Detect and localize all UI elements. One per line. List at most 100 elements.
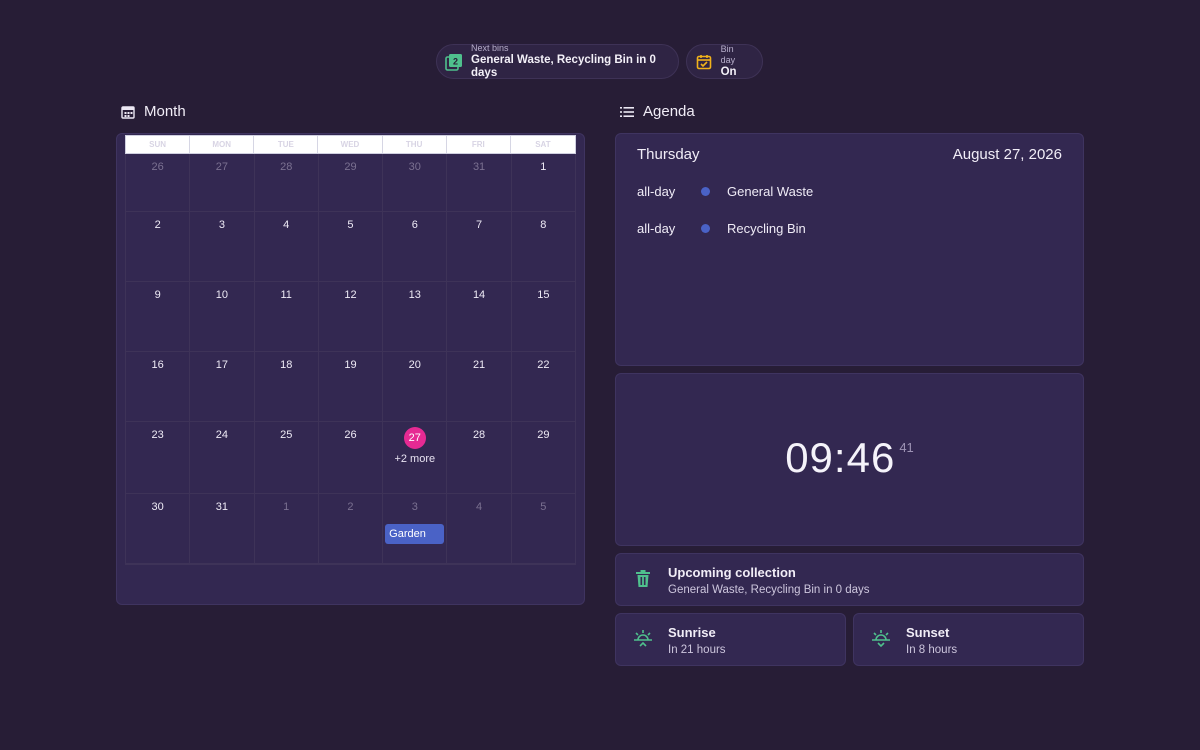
date-number: 30 (151, 501, 164, 513)
calendar-day-cell[interactable]: 19 (318, 352, 384, 422)
weekday-label: THU (383, 136, 447, 153)
date-number: 4 (283, 219, 290, 231)
calendar-day-cell[interactable]: 22 (511, 352, 576, 422)
calendar-day-cell[interactable]: 8 (511, 212, 576, 282)
calendar-day-cell[interactable]: 27 +2 more (383, 422, 448, 494)
sunset-icon (870, 628, 892, 650)
calendar-day-cell[interactable]: 20 (383, 352, 448, 422)
weekday-label: SAT (535, 140, 551, 149)
date-number: 28 (280, 161, 293, 173)
calendar-day-cell[interactable]: 12 (318, 282, 384, 352)
date-number: 16 (151, 359, 164, 371)
event-title: General Waste (727, 184, 814, 199)
date-number: 30 (408, 161, 421, 173)
date-number: 1 (283, 501, 290, 513)
next-bins-chip[interactable]: 2 Next bins General Waste, Recycling Bin… (436, 43, 679, 79)
date-number: 1 (540, 161, 547, 173)
calendar-day-cell[interactable]: 10 (190, 282, 255, 352)
calendar-day-cell[interactable]: 2 (126, 212, 191, 282)
bins-count-icon: 2 (445, 53, 463, 71)
calendar-day-cell[interactable]: 3 (190, 212, 255, 282)
calendar-day-cell[interactable]: 26 (126, 154, 191, 212)
calendar-day-cell[interactable]: 14 (447, 282, 512, 352)
agenda-heading: Agenda (620, 103, 695, 120)
month-heading: Month (121, 103, 186, 120)
calendar-day-cell[interactable]: 4 (254, 212, 319, 282)
date-number: 15 (537, 289, 550, 301)
calendar-day-cell[interactable]: 28 (447, 422, 512, 494)
calendar-day-cell[interactable]: 16 (126, 352, 191, 422)
svg-text:2: 2 (453, 56, 458, 66)
agenda-event[interactable]: all-day Recycling Bin (637, 221, 806, 236)
calendar-day-cell[interactable]: 5 (318, 212, 384, 282)
more-events-link[interactable]: +2 more (383, 453, 446, 465)
calendar-day-cell[interactable]: 2 (318, 494, 384, 564)
sunrise-value: In 21 hours (668, 644, 726, 656)
calendar-day-cell[interactable]: 30 (126, 494, 191, 564)
date-number: 22 (537, 359, 550, 371)
calendar-day-cell[interactable]: 31 (190, 494, 255, 564)
upcoming-collection-card[interactable]: Upcoming collection General Waste, Recyc… (615, 553, 1084, 606)
calendar-event-garden[interactable]: Garden (385, 524, 445, 544)
calendar-day-cell[interactable]: 26 (318, 422, 384, 494)
date-number: 13 (408, 289, 421, 301)
calendar-day-cell[interactable]: 31 (447, 154, 512, 212)
calendar-day-cell[interactable]: 21 (447, 352, 512, 422)
date-number: 29 (344, 161, 357, 173)
sunrise-card[interactable]: Sunrise In 21 hours (615, 613, 846, 666)
sunset-value: In 8 hours (906, 644, 958, 656)
calendar-day-cell[interactable]: 3 Garden (383, 494, 448, 564)
event-time: all-day (637, 184, 676, 199)
date-number: 8 (540, 219, 547, 231)
date-number: 5 (347, 219, 354, 231)
list-icon (620, 106, 634, 117)
date-number: 7 (476, 219, 483, 231)
trash-icon (632, 568, 654, 590)
agenda-title: Agenda (643, 103, 695, 120)
calendar-day-cell[interactable]: 1 (254, 494, 319, 564)
calendar-day-cell[interactable]: 25 (254, 422, 319, 494)
date-number: 24 (215, 429, 229, 441)
calendar-day-cell[interactable]: 18 (254, 352, 319, 422)
agenda-event[interactable]: all-day General Waste (637, 184, 813, 199)
agenda-day: Thursday (637, 146, 700, 163)
calendar-day-cell[interactable]: 17 (190, 352, 255, 422)
calendar-day-cell[interactable]: 29 (511, 422, 576, 494)
sunset-card[interactable]: Sunset In 8 hours (853, 613, 1084, 666)
calendar-day-cell[interactable]: 23 (126, 422, 191, 494)
bin-day-chip[interactable]: Bin day On (686, 44, 763, 79)
date-number: 19 (344, 359, 357, 371)
calendar-day-cell[interactable]: 6 (383, 212, 448, 282)
date-number: 3 (218, 219, 225, 231)
clock-time: 09:46 (785, 434, 896, 481)
calendar-day-cell[interactable]: 29 (318, 154, 384, 212)
date-number: 26 (151, 161, 164, 173)
calendar-day-cell[interactable]: 28 (254, 154, 319, 212)
date-number: 12 (344, 289, 357, 301)
sunset-title: Sunset (906, 625, 950, 640)
calendar-day-cell[interactable]: 7 (447, 212, 512, 282)
date-number: 21 (472, 359, 486, 371)
calendar-day-cell[interactable]: 24 (190, 422, 255, 494)
calendar-days: 26 27 28 29 30 31 1 2 3 4 5 6 7 8 9 10 11 12 13 14 15 16 17 18 1… (125, 154, 576, 565)
month-calendar-card: SUN MON TUE WED THU FRI SAT 26 27 28 29 30 31… (116, 133, 585, 605)
calendar-day-cell[interactable]: 13 (383, 282, 448, 352)
calendar-day-cell[interactable]: 15 (511, 282, 576, 352)
weekday-label: WED (318, 136, 383, 153)
calendar-day-cell[interactable]: 5 (511, 494, 576, 564)
calendar-day-cell[interactable]: 30 (383, 154, 448, 212)
weekday-label: SUN (126, 136, 191, 153)
date-number: 3 (411, 501, 418, 513)
next-bins-value: General Waste, Recycling Bin in 0 days (471, 54, 656, 79)
calendar-day-cell[interactable]: 11 (254, 282, 319, 352)
agenda-card: Thursday August 27, 2026 all-day General… (615, 133, 1084, 366)
sunrise-title: Sunrise (668, 625, 716, 640)
agenda-date: August 27, 2026 (952, 146, 1062, 163)
date-number: 26 (344, 429, 357, 441)
clock-card: 09:46 41 (615, 373, 1084, 546)
calendar-day-cell[interactable]: 1 (511, 154, 576, 212)
calendar-day-cell[interactable]: 27 (190, 154, 255, 212)
calendar-day-cell[interactable]: 4 (447, 494, 512, 564)
calendar-day-cell[interactable]: 9 (126, 282, 191, 352)
date-number: 5 (540, 501, 547, 513)
